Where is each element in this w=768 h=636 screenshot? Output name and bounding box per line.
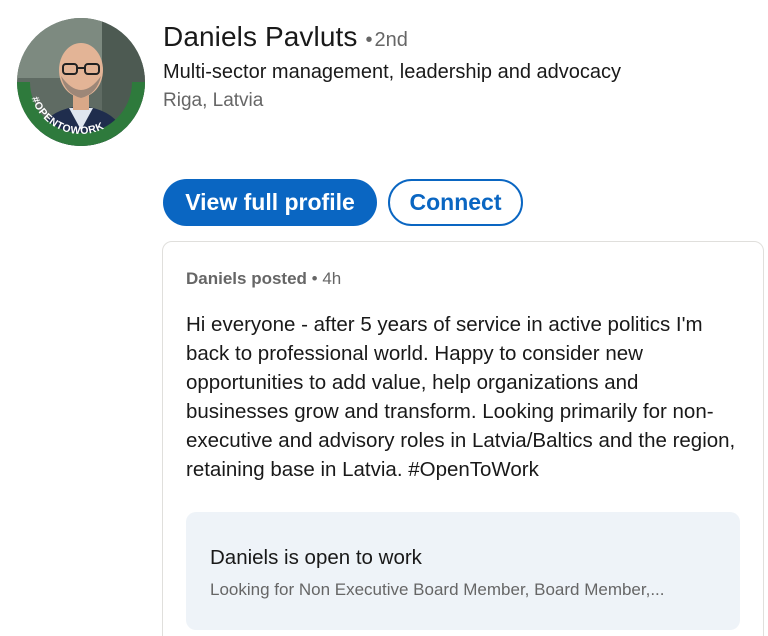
open-to-work-subtitle: Looking for Non Executive Board Member, …: [210, 580, 665, 599]
open-to-work-panel[interactable]: Daniels is open to work Looking for Non …: [186, 512, 740, 630]
degree-separator: •: [365, 29, 373, 51]
post-text-line: businesses grow and transform. Looking p…: [186, 400, 714, 423]
profile-name[interactable]: Daniels Pavluts: [163, 21, 357, 52]
post-text: Hi everyone - after 5 years of service i…: [186, 310, 746, 484]
profile-location: Riga, Latvia: [163, 90, 264, 111]
avatar-image: #OPENTOWORK: [17, 18, 145, 146]
post-meta: Daniels posted • 4h: [186, 269, 341, 289]
post-text-line: back to professional world. Happy to con…: [186, 342, 643, 365]
connect-button[interactable]: Connect: [388, 179, 523, 226]
post-time: 4h: [322, 269, 342, 288]
post-text-line: Hi everyone - after 5 years of service i…: [186, 313, 703, 336]
profile-hover-card: #OPENTOWORK Daniels Pavluts • 2nd Multi-se…: [0, 0, 768, 636]
post-text-line: retaining base in Latvia. #OpenToWork: [186, 458, 539, 481]
connection-degree: 2nd: [374, 29, 408, 51]
profile-headline: Multi-sector management, leadership and …: [163, 61, 622, 83]
post-text-line: opportunities to add value, help organiz…: [186, 371, 639, 394]
avatar[interactable]: #OPENTOWORK: [17, 18, 145, 146]
view-full-profile-button[interactable]: View full profile: [163, 179, 377, 226]
post-text-line: executive and advisory roles in Latvia/B…: [186, 429, 736, 452]
open-to-work-title: Daniels is open to work: [210, 546, 422, 569]
post-card: Daniels posted • 4h Hi everyone - after …: [162, 241, 764, 636]
post-meta-separator: •: [311, 269, 318, 288]
name-row: Daniels Pavluts • 2nd: [163, 21, 408, 53]
post-author: Daniels posted: [186, 269, 307, 288]
